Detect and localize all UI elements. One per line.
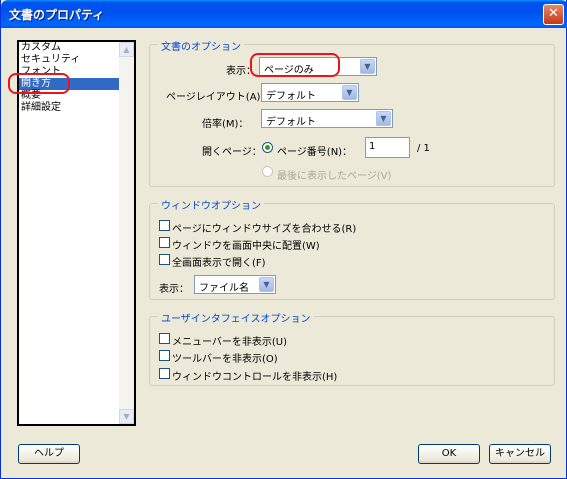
highlight-ring-display [250,53,340,77]
window-show-value: ファイル名 [199,283,249,294]
page-layout-label: ページレイアウト(A)： [166,92,271,103]
center-window-label: ウィンドウを画面中央に配置(W) [172,241,320,252]
close-icon: ✕ [548,6,559,21]
title-bar[interactable]: 文書のプロパティ ✕ [1,0,567,28]
fullscreen-checkbox[interactable] [159,254,170,265]
magnification-select[interactable]: デフォルト ▼ [261,109,393,128]
page-number-radio[interactable] [262,142,273,153]
page-layout-select[interactable]: デフォルト ▼ [261,83,359,102]
sidebar-item[interactable]: セキュリティ [19,54,121,66]
hide-menubar-label: メニューバーを非表示(U) [172,337,288,348]
last-viewed-page-label: 最後に表示したページ(V) [277,171,392,182]
document-properties-dialog: 文書のプロパティ ✕ カスタム セキュリティ フォント 開き方 概要 詳細設定 ▲ ▼ 文… [0,0,567,479]
window-title: 文書のプロパティ [9,8,105,22]
document-options-legend: 文書のオプション [158,38,244,53]
page-number-label: ページ番号(N)： [277,147,353,158]
sidebar-item[interactable]: カスタム [19,42,121,54]
cancel-button[interactable]: キャンセル [489,444,551,464]
last-viewed-page-radio[interactable] [262,166,273,177]
hide-window-controls-checkbox[interactable] [159,368,170,379]
window-options-legend: ウィンドウオプション [158,197,264,212]
hide-toolbar-label: ツールバーを非表示(O) [172,354,278,365]
open-page-label: 開くページ： [202,147,262,158]
chevron-down-icon[interactable]: ▼ [376,111,391,126]
category-list[interactable]: カスタム セキュリティ フォント 開き方 概要 詳細設定 ▲ ▼ [17,40,136,426]
fit-window-label: ページにウィンドウサイズを合わせる(R) [172,224,357,235]
ui-options-legend: ユーザインタフェイスオプション [158,310,314,325]
page-layout-value: デフォルト [266,91,316,102]
window-show-label: 表示： [159,284,189,295]
scroll-up-icon[interactable]: ▲ [119,42,134,57]
page-total: / 1 [417,143,430,154]
hide-window-controls-label: ウィンドウコントロールを非表示(H) [172,372,338,383]
window-show-select[interactable]: ファイル名 ▼ [194,275,276,294]
hide-toolbar-checkbox[interactable] [159,350,170,361]
center-window-checkbox[interactable] [159,237,170,248]
page-number-value: 1 [369,141,376,152]
magnification-label: 倍率(M)： [202,119,249,130]
chevron-down-icon[interactable]: ▼ [342,85,357,100]
fit-window-checkbox[interactable] [159,220,170,231]
chevron-down-icon[interactable]: ▼ [259,277,274,292]
ok-button[interactable]: OK [418,444,480,464]
hide-menubar-checkbox[interactable] [159,333,170,344]
page-number-input[interactable]: 1 [365,137,410,158]
category-list-scrollbar[interactable]: ▲ ▼ [119,42,134,424]
sidebar-item[interactable]: 詳細設定 [19,102,121,114]
highlight-ring-open-item [8,73,70,94]
close-button[interactable]: ✕ [543,4,564,25]
help-button[interactable]: ヘルプ [18,444,80,464]
chevron-down-icon[interactable]: ▼ [360,59,375,74]
scroll-down-icon[interactable]: ▼ [119,409,134,424]
fullscreen-label: 全画面表示で開く(F) [172,258,266,269]
magnification-value: デフォルト [266,117,316,128]
